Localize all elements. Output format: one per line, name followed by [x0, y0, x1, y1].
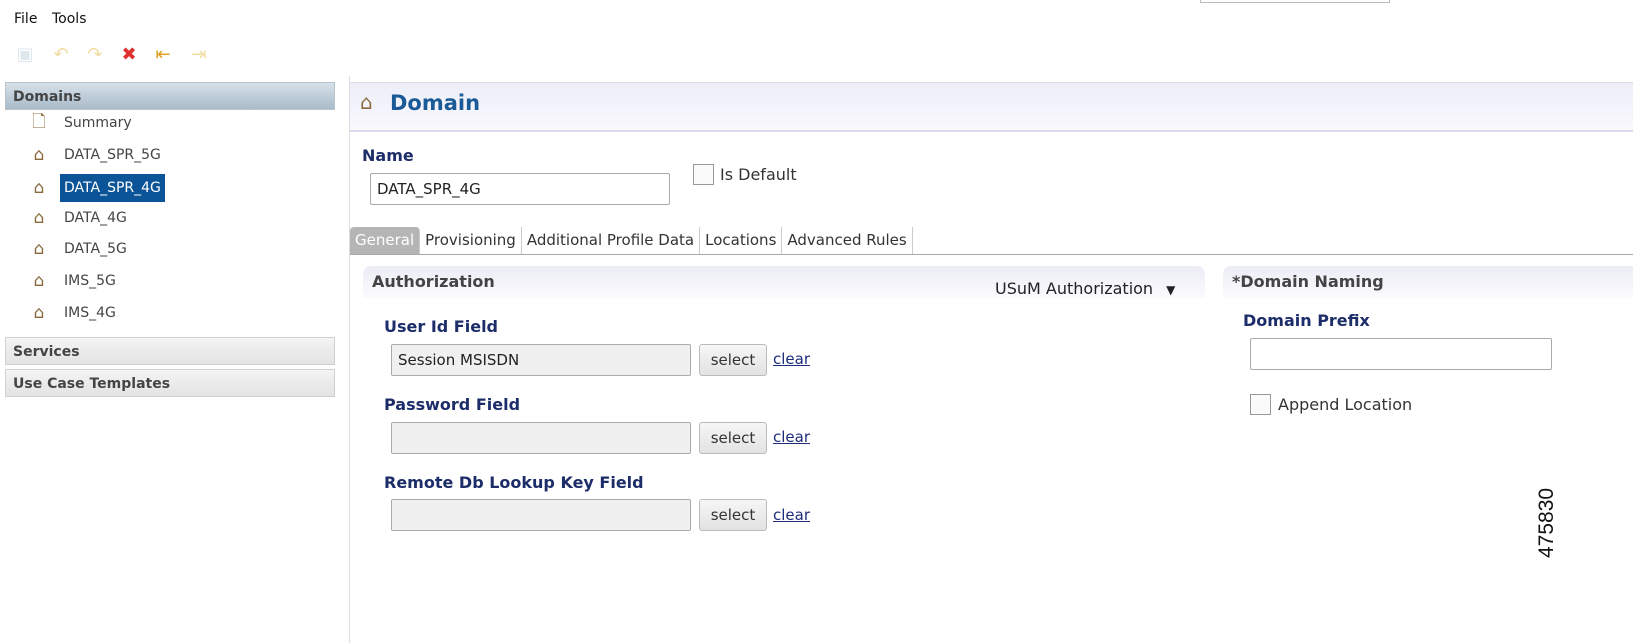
name-input[interactable]: DATA_SPR_4G: [370, 173, 670, 205]
password-clear-link[interactable]: clear: [773, 428, 810, 446]
domain-prefix-input[interactable]: [1250, 338, 1552, 370]
dropdown-value: USuM Authorization: [995, 279, 1154, 298]
append-location-label: Append Location: [1278, 395, 1413, 414]
tab-provisioning[interactable]: Provisioning: [420, 227, 522, 255]
tree-item-domain[interactable]: ⌂ IMS_4G: [28, 298, 120, 328]
password-field-label: Password Field: [384, 395, 521, 414]
tree-item-domain[interactable]: ⌂ DATA_SPR_5G: [28, 140, 165, 170]
house-icon: ⌂: [33, 303, 45, 323]
main-header: [350, 82, 1633, 132]
top-right-field[interactable]: [1200, 0, 1390, 3]
authorization-type-dropdown[interactable]: USuM Authorization ▼: [995, 279, 1175, 298]
save-icon[interactable]: ▣: [14, 44, 36, 66]
splitter[interactable]: [349, 76, 350, 643]
tab-additional-profile-data[interactable]: Additional Profile Data: [522, 227, 701, 255]
domain-naming-title: *Domain Naming: [1232, 272, 1384, 291]
move-first-icon[interactable]: ⇤: [152, 44, 174, 66]
user-id-select-button[interactable]: select: [699, 344, 767, 376]
menu-tools[interactable]: Tools: [52, 11, 87, 27]
services-section-header[interactable]: Services: [5, 337, 335, 365]
remote-db-lookup-key-label: Remote Db Lookup Key Field: [384, 473, 644, 492]
authorization-title: Authorization: [372, 272, 495, 291]
page-title: Domain: [390, 91, 481, 115]
user-id-field-label: User Id Field: [384, 317, 499, 336]
tree-item-domain[interactable]: ⌂ IMS_5G: [28, 266, 120, 296]
house-icon: ⌂: [33, 271, 45, 291]
document-icon: 🗋: [32, 111, 46, 132]
house-icon: ⌂: [33, 239, 45, 259]
house-icon: ⌂: [33, 145, 45, 165]
caret-down-icon: ▼: [1166, 283, 1176, 297]
is-default-checkbox[interactable]: [693, 164, 714, 185]
password-select-button[interactable]: select: [699, 422, 767, 454]
redo-icon[interactable]: ↷: [84, 44, 106, 66]
use-case-templates-section-header[interactable]: Use Case Templates: [5, 369, 335, 397]
tree-item-domain[interactable]: ⌂ DATA_5G: [28, 234, 131, 264]
remote-db-select-button[interactable]: select: [699, 499, 767, 531]
name-label: Name: [362, 146, 414, 165]
tab-general[interactable]: General: [350, 227, 421, 255]
tab-bar: General Provisioning Additional Profile …: [350, 227, 913, 255]
move-last-icon[interactable]: ⇥: [188, 44, 210, 66]
delete-icon[interactable]: ✖: [118, 44, 140, 66]
domain-prefix-label: Domain Prefix: [1243, 311, 1370, 330]
remote-db-lookup-key-input[interactable]: [391, 499, 691, 531]
house-icon: ⌂: [360, 90, 373, 114]
tab-divider: [350, 254, 1633, 255]
figure-number: 475830: [1535, 487, 1558, 558]
undo-icon[interactable]: ↶: [50, 44, 72, 66]
domains-section-header[interactable]: Domains: [5, 82, 335, 110]
remote-db-clear-link[interactable]: clear: [773, 506, 810, 524]
house-icon: ⌂: [33, 178, 45, 198]
user-id-clear-link[interactable]: clear: [773, 350, 810, 368]
tree-item-domain-selected[interactable]: ⌂ DATA_SPR_4G: [28, 173, 165, 203]
tree-item-summary[interactable]: 🗋 Summary: [28, 108, 136, 138]
user-id-field-input[interactable]: Session MSISDN: [391, 344, 691, 376]
tree-item-domain[interactable]: ⌂ DATA_4G: [28, 203, 131, 233]
menu-file[interactable]: File: [14, 11, 37, 27]
tab-locations[interactable]: Locations: [700, 227, 783, 255]
domain-naming-panel-header: *Domain Naming: [1223, 266, 1633, 298]
is-default-label: Is Default: [720, 165, 797, 184]
tab-advanced-rules[interactable]: Advanced Rules: [782, 227, 913, 255]
append-location-checkbox[interactable]: [1250, 394, 1271, 415]
house-icon: ⌂: [33, 208, 45, 228]
password-field-input[interactable]: [391, 422, 691, 454]
